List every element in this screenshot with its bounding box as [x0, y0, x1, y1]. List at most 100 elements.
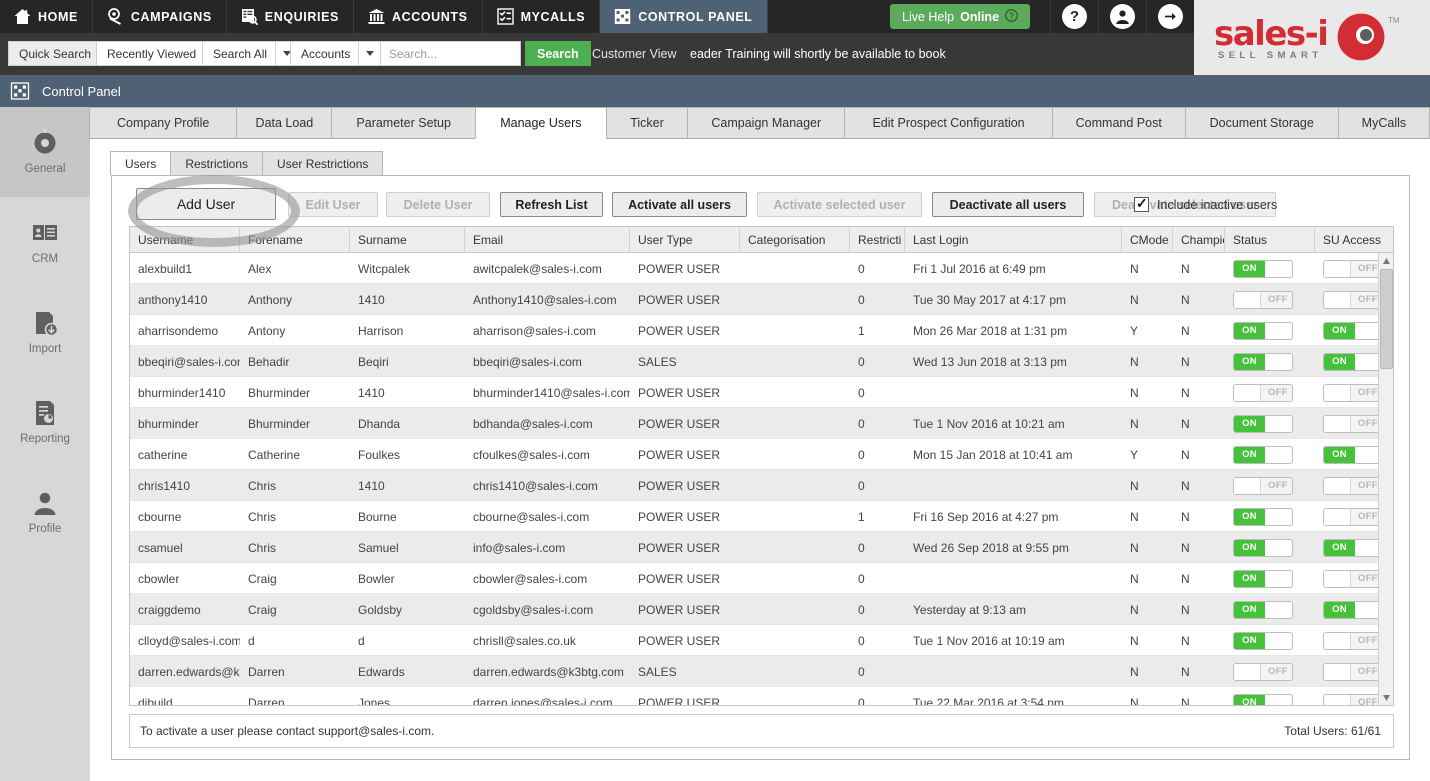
- cell-status[interactable]: ON: [1225, 253, 1315, 284]
- su-access-toggle[interactable]: ON: [1323, 600, 1383, 619]
- status-toggle[interactable]: ON: [1233, 693, 1293, 705]
- search-scope-dropdown[interactable]: Search All: [202, 41, 299, 66]
- scroll-up-arrow-icon[interactable]: [1379, 253, 1393, 268]
- su-access-toggle[interactable]: ON: [1323, 321, 1383, 340]
- column-header-categorisation[interactable]: Categorisation: [740, 227, 850, 253]
- su-access-toggle[interactable]: OFF: [1323, 631, 1383, 650]
- cell-status[interactable]: ON: [1225, 687, 1315, 705]
- table-row[interactable]: djbuild Darren Jones darren.jones@sales-i.c…: [130, 687, 1393, 705]
- su-access-toggle[interactable]: OFF: [1323, 569, 1383, 588]
- column-header-user-type[interactable]: User Type: [630, 227, 740, 253]
- table-row[interactable]: darren.edwards@k3btg.com Darren Edwards dar…: [130, 656, 1393, 687]
- status-toggle[interactable]: ON: [1233, 631, 1293, 650]
- status-toggle[interactable]: OFF: [1233, 290, 1293, 309]
- table-row[interactable]: clloyd@sales-i.com d d chrisll@sales.co.uk P…: [130, 625, 1393, 656]
- table-row[interactable]: cbourne Chris Bourne cbourne@sales-i.com POW…: [130, 501, 1393, 532]
- table-row[interactable]: anthony1410 Anthony 1410 Anthony1410@sales-…: [130, 284, 1393, 315]
- nav-item-campaigns[interactable]: CAMPAIGNS: [93, 0, 227, 33]
- status-toggle[interactable]: OFF: [1233, 662, 1293, 681]
- su-access-toggle[interactable]: ON: [1323, 445, 1383, 464]
- table-row[interactable]: bhurminder1410 Bhurminder 1410 bhurminder14…: [130, 377, 1393, 408]
- include-inactive-users-checkbox[interactable]: Include inactive users: [1134, 192, 1277, 217]
- sidebar-item-import[interactable]: Import: [0, 287, 90, 377]
- cell-status[interactable]: ON: [1225, 625, 1315, 656]
- activate-all-users-button[interactable]: Activate all users: [612, 192, 747, 217]
- column-header-last-login[interactable]: Last Login: [905, 227, 1122, 253]
- tab-document-storage[interactable]: Document Storage: [1184, 107, 1339, 139]
- cell-status[interactable]: ON: [1225, 315, 1315, 346]
- logout-button[interactable]: [1146, 0, 1194, 33]
- status-toggle[interactable]: ON: [1233, 414, 1293, 433]
- cell-status[interactable]: ON: [1225, 532, 1315, 563]
- table-row[interactable]: aharrisondemo Antony Harrison aharrison@sal…: [130, 315, 1393, 346]
- table-row[interactable]: catherine Catherine Foulkes cfoulkes@sales-…: [130, 439, 1393, 470]
- search-input[interactable]: [380, 41, 521, 66]
- table-row[interactable]: cbowler Craig Bowler cbowler@sales-i.com POW…: [130, 563, 1393, 594]
- status-toggle[interactable]: OFF: [1233, 476, 1293, 495]
- sidebar-item-reporting[interactable]: Reporting: [0, 377, 90, 467]
- refresh-list-button[interactable]: Refresh List: [500, 192, 603, 217]
- status-toggle[interactable]: ON: [1233, 569, 1293, 588]
- cell-status[interactable]: ON: [1225, 501, 1315, 532]
- cell-status[interactable]: OFF: [1225, 656, 1315, 687]
- status-toggle[interactable]: ON: [1233, 507, 1293, 526]
- sidebar-item-general[interactable]: General: [0, 107, 90, 197]
- tab-data-load[interactable]: Data Load: [236, 107, 333, 139]
- su-access-toggle[interactable]: OFF: [1323, 259, 1383, 278]
- tab-command-post[interactable]: Command Post: [1051, 107, 1186, 139]
- cell-status[interactable]: ON: [1225, 563, 1315, 594]
- column-header-forename[interactable]: Forename: [240, 227, 350, 253]
- sidebar-item-profile[interactable]: Profile: [0, 467, 90, 557]
- table-row[interactable]: chris1410 Chris 1410 chris1410@sales-i.com P…: [130, 470, 1393, 501]
- account-button[interactable]: [1098, 0, 1146, 33]
- search-button[interactable]: Search: [525, 41, 591, 66]
- column-header-restrictions[interactable]: Restricti: [850, 227, 905, 253]
- help-button[interactable]: ?: [1050, 0, 1098, 33]
- column-header-status[interactable]: Status: [1225, 227, 1315, 253]
- tab-manage-users[interactable]: Manage Users: [474, 107, 607, 139]
- su-access-toggle[interactable]: OFF: [1323, 662, 1383, 681]
- status-toggle[interactable]: ON: [1233, 259, 1293, 278]
- column-header-email[interactable]: Email: [465, 227, 630, 253]
- customer-view-link[interactable]: Customer View: [592, 41, 677, 66]
- sidebar-item-crm[interactable]: CRM: [0, 197, 90, 287]
- subtab-user-restrictions[interactable]: User Restrictions: [262, 151, 384, 175]
- status-toggle[interactable]: ON: [1233, 352, 1293, 371]
- su-access-toggle[interactable]: OFF: [1323, 507, 1383, 526]
- tab-ticker[interactable]: Ticker: [605, 107, 689, 139]
- nav-item-home[interactable]: HOME: [0, 0, 93, 33]
- add-user-button[interactable]: Add User: [136, 188, 276, 220]
- tab-parameter-setup[interactable]: Parameter Setup: [331, 107, 476, 139]
- table-row[interactable]: craiggdemo Craig Goldsby cgoldsby@sales-i.c…: [130, 594, 1393, 625]
- cell-status[interactable]: ON: [1225, 408, 1315, 439]
- live-help-button[interactable]: Live Help Online ?: [890, 4, 1031, 29]
- cell-status[interactable]: OFF: [1225, 284, 1315, 315]
- cell-status[interactable]: ON: [1225, 439, 1315, 470]
- search-entity-dropdown[interactable]: Accounts: [290, 41, 382, 66]
- status-toggle[interactable]: ON: [1233, 445, 1293, 464]
- subtab-restrictions[interactable]: Restrictions: [170, 151, 264, 175]
- tab-mycalls[interactable]: MyCalls: [1337, 107, 1430, 139]
- column-header-username[interactable]: Username: [130, 227, 240, 253]
- scroll-down-arrow-icon[interactable]: [1379, 690, 1393, 705]
- table-row[interactable]: bbeqiri@sales-i.com Behadir Beqiri bbeqiri@…: [130, 346, 1393, 377]
- table-row[interactable]: bhurminder Bhurminder Dhanda bdhanda@sales-…: [130, 408, 1393, 439]
- nav-item-accounts[interactable]: ACCOUNTS: [354, 0, 483, 33]
- column-header-su-access[interactable]: SU Access: [1315, 227, 1393, 253]
- su-access-toggle[interactable]: OFF: [1323, 383, 1383, 402]
- nav-item-enquiries[interactable]: ENQUIRIES: [227, 0, 354, 33]
- quick-search-button[interactable]: Quick Search: [8, 41, 103, 66]
- status-toggle[interactable]: OFF: [1233, 383, 1293, 402]
- nav-item-mycalls[interactable]: MYCALLS: [483, 0, 601, 33]
- recently-viewed-button[interactable]: Recently Viewed: [96, 41, 208, 66]
- table-row[interactable]: csamuel Chris Samuel info@sales-i.com POWER …: [130, 532, 1393, 563]
- subtab-users[interactable]: Users: [110, 151, 172, 175]
- su-access-toggle[interactable]: ON: [1323, 538, 1383, 557]
- su-access-toggle[interactable]: ON: [1323, 352, 1383, 371]
- cell-status[interactable]: OFF: [1225, 377, 1315, 408]
- vertical-scrollbar[interactable]: [1378, 253, 1393, 705]
- su-access-toggle[interactable]: OFF: [1323, 476, 1383, 495]
- status-toggle[interactable]: ON: [1233, 538, 1293, 557]
- cell-status[interactable]: ON: [1225, 346, 1315, 377]
- status-toggle[interactable]: ON: [1233, 321, 1293, 340]
